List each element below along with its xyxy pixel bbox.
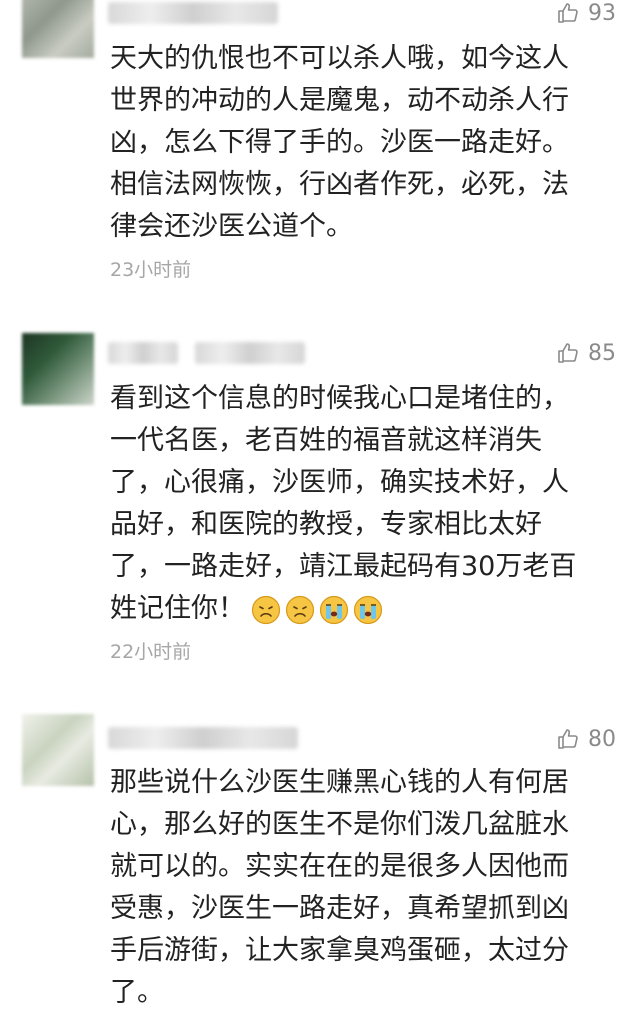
username-blurred [108,342,178,364]
crying-face-emoji [319,595,349,624]
thumbs-up-icon [558,729,578,749]
sad-face-emoji [251,595,281,624]
comment-time: 22小时前 [110,641,192,663]
comment-text: 那些说什么沙医生赚黑心钱的人有何居 心，那么好的医生不是你们泼几盆脏水 就可以的… [110,767,569,1008]
like-button[interactable]: 93 [556,0,616,28]
username-blurred [195,342,305,364]
comment-text: 看到这个信息的时候我心口是堵住的， 一代名医，老百姓的福音就这样消失 了，心很痛… [110,378,610,630]
like-button[interactable]: 85 [556,338,616,368]
avatar[interactable] [22,0,94,58]
comment-time: 23小时前 [110,259,192,281]
like-count: 85 [588,340,616,366]
username-blurred [108,727,298,749]
comment-text-body: 看到这个信息的时候我心口是堵住的， 一代名医，老百姓的福音就这样消失 了，心很痛… [110,383,577,624]
like-count: 80 [588,726,616,752]
comment-text: 天大的仇恨也不可以杀人哦，如今这人 世界的冲动的人是魔鬼，动不动杀人行 凶，怎么… [110,43,569,242]
avatar[interactable] [22,714,94,786]
thumbs-up-icon [558,3,578,23]
avatar[interactable] [22,333,94,405]
sad-face-emoji [285,595,315,624]
like-button[interactable]: 80 [556,724,616,754]
emoji-row [251,595,383,625]
like-count: 93 [588,0,616,26]
crying-face-emoji [353,595,383,624]
username-blurred [108,2,278,24]
thumbs-up-icon [558,343,578,363]
